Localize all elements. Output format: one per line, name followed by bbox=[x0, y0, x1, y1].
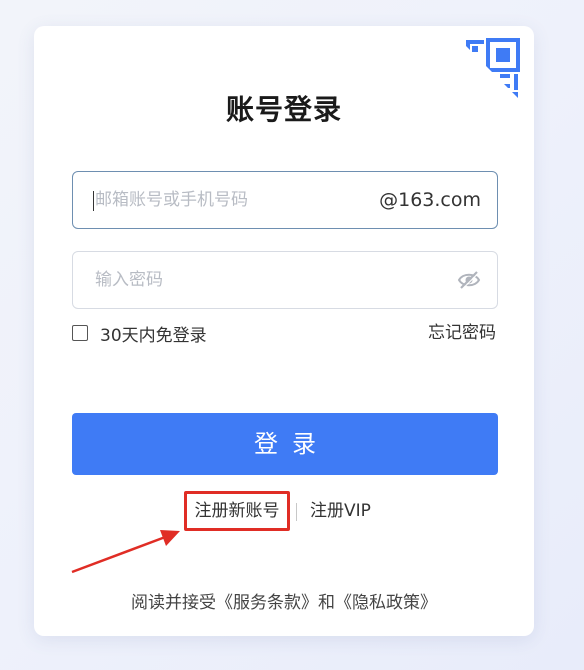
email-domain-suffix: @163.com bbox=[379, 189, 481, 211]
remember-label: 30天内免登录 bbox=[100, 325, 207, 346]
eye-slash-icon[interactable] bbox=[457, 269, 481, 291]
password-placeholder: 输入密码 bbox=[95, 270, 163, 290]
terms-notice: 阅读并接受《服务条款》和《隐私政策》 bbox=[34, 588, 534, 613]
forgot-password-link[interactable]: 忘记密码 bbox=[428, 322, 496, 344]
login-card: 账号登录 邮箱账号或手机号码 @163.com 输入密码 30天内免登录 忘记密… bbox=[34, 26, 534, 636]
link-divider bbox=[296, 503, 297, 521]
remember-login[interactable]: 30天内免登录 bbox=[72, 322, 207, 346]
terms-prefix: 阅读并接受 bbox=[131, 593, 216, 613]
register-vip-link[interactable]: 注册VIP bbox=[310, 491, 371, 531]
service-terms-link[interactable]: 《服务条款》 bbox=[216, 593, 318, 613]
terms-and: 和 bbox=[318, 593, 335, 613]
text-caret bbox=[93, 191, 94, 211]
remember-checkbox[interactable] bbox=[72, 325, 88, 341]
account-placeholder: 邮箱账号或手机号码 bbox=[95, 190, 248, 210]
page-title: 账号登录 bbox=[225, 93, 342, 126]
account-input[interactable]: 邮箱账号或手机号码 @163.com bbox=[72, 171, 498, 229]
login-page: 账号登录 邮箱账号或手机号码 @163.com 输入密码 30天内免登录 忘记密… bbox=[0, 0, 584, 670]
login-button[interactable]: 登录 bbox=[72, 413, 498, 475]
password-input[interactable]: 输入密码 bbox=[72, 251, 498, 309]
privacy-policy-link[interactable]: 《隐私政策》 bbox=[335, 593, 437, 613]
register-new-account-link[interactable]: 注册新账号 bbox=[184, 491, 290, 531]
